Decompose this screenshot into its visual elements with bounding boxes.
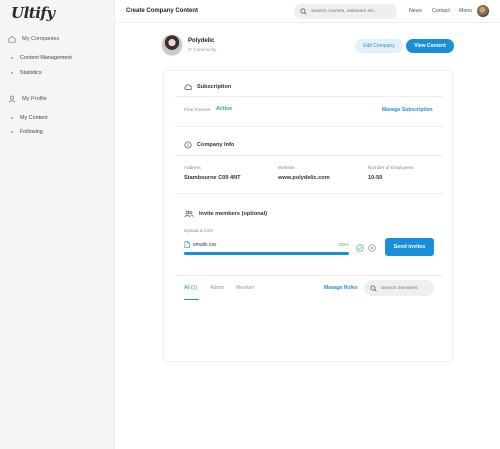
top-bar: Create Company Content News Contact Menu: [115, 0, 500, 23]
employees-label: Number of Employees: [368, 165, 414, 170]
bullet-icon: [11, 57, 13, 59]
global-search[interactable]: [294, 4, 397, 19]
sidebar-item-label: Following: [20, 129, 43, 135]
company-card: Subscription Free Forever Active Manage …: [163, 70, 453, 362]
upload-progress-bar: [184, 252, 349, 255]
cloud-icon: [184, 84, 192, 90]
sidebar-item-statistics[interactable]: Statistics: [11, 70, 42, 76]
plan-label: Free Forever: [184, 107, 211, 112]
search-icon: [370, 284, 377, 292]
company-info-heading-label: Company Info: [197, 142, 235, 148]
member-search-input[interactable]: [381, 285, 433, 291]
divider: [175, 96, 443, 97]
divider: [175, 275, 443, 276]
sidebar-section-label: My Profile: [22, 96, 47, 102]
file-name: emails.csv: [193, 241, 217, 248]
member-search[interactable]: [364, 280, 434, 296]
nav-link-menu[interactable]: Menu: [459, 8, 472, 14]
sidebar: Ultify My Companies Content Management S…: [0, 0, 115, 449]
check-circle-icon[interactable]: [356, 244, 364, 252]
active-tab-indicator: [184, 299, 199, 300]
company-name: Polydelic: [188, 38, 215, 44]
user-icon: [8, 95, 16, 103]
send-invites-button[interactable]: Send invites: [385, 238, 434, 256]
uploaded-file: emails.csv: [184, 241, 216, 248]
manage-subscription-link[interactable]: Manage Subscription: [382, 107, 433, 113]
divider: [175, 155, 443, 156]
website-label: Website: [278, 165, 295, 170]
info-icon: [184, 141, 192, 149]
home-icon: [8, 35, 16, 43]
sidebar-item-my-content[interactable]: My Content: [11, 115, 48, 121]
company-category: IT Community: [188, 47, 217, 52]
cancel-circle-icon[interactable]: [368, 244, 376, 252]
sidebar-item-label: My Content: [20, 115, 48, 121]
subscription-heading-label: Subscription: [197, 84, 232, 90]
invite-heading: Invite members (optional): [184, 210, 267, 218]
company-avatar: [161, 34, 183, 56]
upload-progress-fill: [184, 252, 349, 255]
manage-roles-link[interactable]: Manage Roles: [324, 285, 358, 291]
bullet-icon: [11, 72, 13, 74]
file-icon: [184, 241, 190, 248]
tab-admin[interactable]: Admin: [210, 285, 224, 291]
invite-heading-label: Invite members (optional): [199, 211, 268, 217]
nav-link-news[interactable]: News: [409, 8, 422, 14]
bullet-icon: [11, 131, 13, 133]
sidebar-item-following[interactable]: Following: [11, 129, 43, 135]
sidebar-item-label: Content Management: [20, 55, 72, 61]
divider: [175, 193, 443, 194]
user-avatar[interactable]: [477, 5, 489, 17]
users-icon: [184, 210, 194, 218]
website-value[interactable]: www.polydelic.com: [278, 175, 330, 181]
sidebar-item-label: Statistics: [20, 70, 42, 76]
sidebar-section-label: My Companies: [22, 36, 60, 42]
subscription-heading: Subscription: [184, 83, 231, 91]
tab-member[interactable]: Member: [236, 285, 254, 291]
search-icon: [300, 8, 307, 15]
sidebar-section-my-profile[interactable]: My Profile: [8, 95, 47, 103]
tab-all[interactable]: All (1): [184, 285, 197, 291]
edit-company-button[interactable]: Edit Company: [355, 39, 403, 53]
upload-progress-text: 100%: [338, 242, 349, 247]
upload-csv-label: Upload a CSV: [184, 228, 214, 233]
sidebar-section-my-companies[interactable]: My Companies: [8, 35, 59, 43]
view-content-button[interactable]: View Content: [406, 39, 454, 53]
address-value: Stambourne C09 4NT: [184, 175, 241, 181]
company-info-heading: Company Info: [184, 141, 234, 149]
global-search-input[interactable]: [311, 9, 396, 14]
subscription-status: Active: [216, 106, 233, 112]
sidebar-item-content-management[interactable]: Content Management: [11, 55, 72, 61]
address-label: Address: [184, 165, 201, 170]
page-title: Create Company Content: [126, 8, 199, 14]
nav-link-contact[interactable]: Contact: [432, 8, 450, 14]
employees-value: 10-50: [368, 175, 383, 181]
bullet-icon: [11, 117, 13, 119]
divider: [175, 126, 443, 127]
app-logo[interactable]: Ultify: [11, 4, 55, 22]
